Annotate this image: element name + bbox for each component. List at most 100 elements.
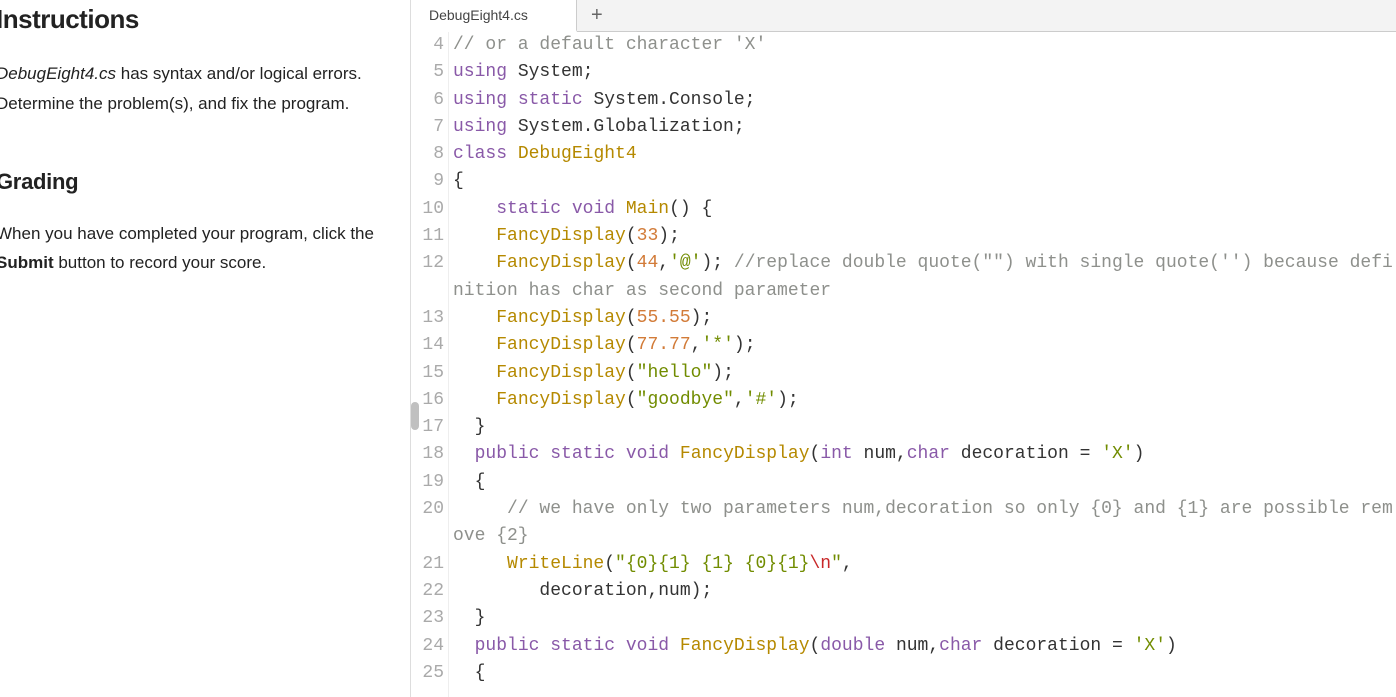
token: [507, 144, 518, 164]
token: void: [572, 199, 615, 219]
code-line[interactable]: FancyDisplay(55.55);: [453, 305, 1396, 332]
token: System.Globalization;: [507, 117, 745, 137]
token: "hello": [637, 363, 713, 383]
token: [453, 390, 496, 410]
token: FancyDisplay: [496, 308, 626, 328]
code-content[interactable]: // or a default character 'X' using Syste…: [449, 32, 1396, 697]
line-number: 21: [411, 551, 444, 578]
token: decoration =: [950, 444, 1101, 464]
code-line[interactable]: public static void FancyDisplay(int num,…: [453, 441, 1396, 468]
token: public: [475, 636, 540, 656]
token: [453, 335, 496, 355]
code-line[interactable]: WriteLine("{0}{1} {1} {0}{1}\n",: [453, 551, 1396, 578]
token: ): [1166, 636, 1177, 656]
code-line[interactable]: {: [453, 168, 1396, 195]
token: 'X': [1134, 636, 1166, 656]
token: [453, 636, 475, 656]
token: '#': [745, 390, 777, 410]
grading-submit-word: Submit: [0, 253, 54, 272]
token: FancyDisplay: [496, 226, 626, 246]
code-line[interactable]: class DebugEight4: [453, 141, 1396, 168]
line-number: 5: [411, 59, 444, 86]
code-line[interactable]: {: [453, 469, 1396, 496]
token: FancyDisplay: [680, 444, 810, 464]
line-number: 24: [411, 633, 444, 660]
token: using: [453, 117, 507, 137]
token: 44: [637, 253, 659, 273]
token: WriteLine: [507, 554, 604, 574]
token: FancyDisplay: [496, 335, 626, 355]
line-number: 20: [411, 496, 444, 523]
token: ,: [734, 390, 745, 410]
token: [453, 226, 496, 246]
tab-debugeight4[interactable]: DebugEight4.cs: [411, 0, 577, 32]
code-line[interactable]: // or a default character 'X': [453, 32, 1396, 59]
code-line[interactable]: FancyDisplay("goodbye",'#');: [453, 387, 1396, 414]
code-editor[interactable]: 45678910111213141516171819202122232425 /…: [411, 32, 1396, 697]
token: // or a default character 'X': [453, 35, 766, 55]
code-line[interactable]: }: [453, 414, 1396, 441]
code-line[interactable]: using System.Globalization;: [453, 114, 1396, 141]
token: \n: [809, 554, 831, 574]
token: [669, 636, 680, 656]
code-line[interactable]: using static System.Console;: [453, 87, 1396, 114]
token: 33: [637, 226, 659, 246]
token: using: [453, 62, 507, 82]
token: [615, 636, 626, 656]
token: [453, 308, 496, 328]
token: [539, 444, 550, 464]
token: [507, 90, 518, 110]
code-line[interactable]: static void Main() {: [453, 196, 1396, 223]
line-number: 6: [411, 87, 444, 114]
token: );: [701, 253, 733, 273]
code-line[interactable]: {: [453, 660, 1396, 687]
token: double: [820, 636, 885, 656]
code-line[interactable]: FancyDisplay(77.77,'*');: [453, 332, 1396, 359]
token: using: [453, 90, 507, 110]
code-line[interactable]: using System;: [453, 59, 1396, 86]
editor-area: DebugEight4.cs + 45678910111213141516171…: [411, 0, 1396, 697]
token: static: [518, 90, 583, 110]
token: [453, 253, 496, 273]
code-line[interactable]: FancyDisplay(44,'@'); //replace double q…: [453, 250, 1396, 305]
line-number: 18: [411, 441, 444, 468]
token: () {: [669, 199, 712, 219]
line-number: 23: [411, 605, 444, 632]
token: [615, 199, 626, 219]
grading-heading: Grading: [0, 169, 392, 195]
tab-bar: DebugEight4.cs +: [411, 0, 1396, 32]
token: FancyDisplay: [496, 253, 626, 273]
token: static: [550, 636, 615, 656]
instructions-heading: Instructions: [0, 4, 392, 35]
app-root: Instructions DebugEight4.cs has syntax a…: [0, 0, 1396, 697]
token: System.Console;: [583, 90, 756, 110]
token: );: [734, 335, 756, 355]
code-line[interactable]: // we have only two parameters num,decor…: [453, 496, 1396, 551]
scrollbar-thumb[interactable]: [411, 402, 419, 430]
token: // we have only two parameters num,decor…: [453, 499, 1393, 546]
code-line[interactable]: public static void FancyDisplay(double n…: [453, 633, 1396, 660]
code-line[interactable]: FancyDisplay(33);: [453, 223, 1396, 250]
new-tab-button[interactable]: +: [577, 0, 617, 31]
tab-label: DebugEight4.cs: [429, 7, 528, 23]
code-line[interactable]: decoration,num);: [453, 578, 1396, 605]
grading-after: button to record your score.: [54, 253, 267, 272]
code-line[interactable]: FancyDisplay("hello");: [453, 360, 1396, 387]
token: [453, 363, 496, 383]
token: (: [604, 554, 615, 574]
token: }: [453, 417, 485, 437]
token: [669, 444, 680, 464]
line-number: 9: [411, 168, 444, 195]
line-number-gutter: 45678910111213141516171819202122232425: [411, 32, 449, 697]
token: num,: [853, 444, 907, 464]
token: [539, 636, 550, 656]
line-number: 22: [411, 578, 444, 605]
token: {: [453, 171, 464, 191]
token: (: [626, 226, 637, 246]
token: FancyDisplay: [496, 390, 626, 410]
line-number: 11: [411, 223, 444, 250]
token: DebugEight4: [518, 144, 637, 164]
token: ": [831, 554, 842, 574]
line-number: 19: [411, 469, 444, 496]
code-line[interactable]: }: [453, 605, 1396, 632]
